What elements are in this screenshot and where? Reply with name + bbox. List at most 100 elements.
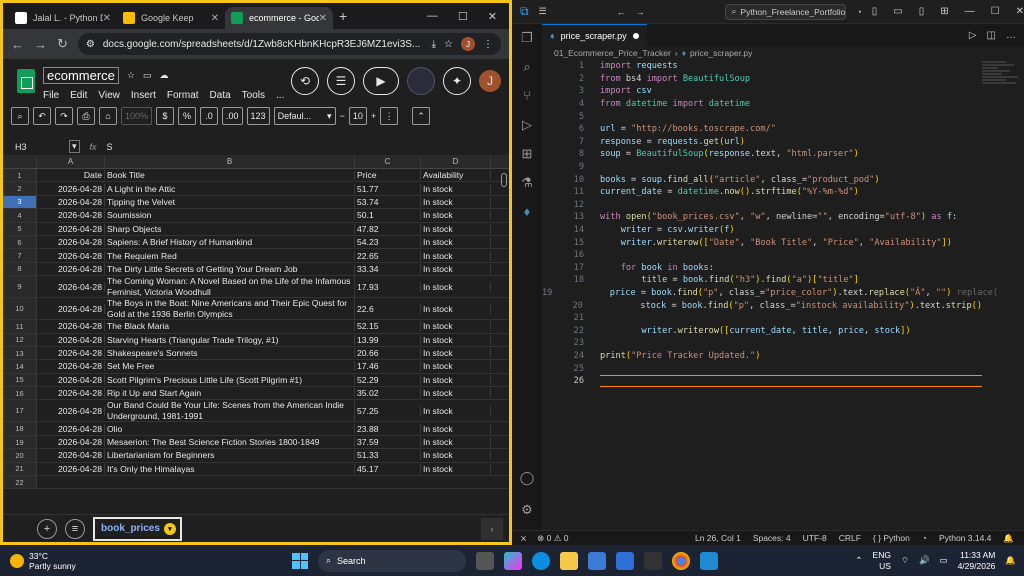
more-actions-icon[interactable]: … [1006,30,1016,41]
chevron-up-icon[interactable]: ⌃ [855,555,862,566]
cell-price[interactable]: 22.6 [355,303,421,314]
cell-availability[interactable]: Availability [421,170,491,181]
code-line[interactable]: 6 url = "http://books.toscrape.com/" [542,123,982,136]
menu-data[interactable]: Data [210,90,231,101]
menu-more[interactable]: ... [276,90,284,101]
task-view-icon[interactable] [476,551,494,570]
weather-widget[interactable]: 33°C Partly sunny [0,551,76,571]
cell-title[interactable]: Sharp Objects [105,223,355,234]
cell-date[interactable]: 2026-04-28 [37,250,105,261]
cell-title[interactable]: It's Only the Himalayas [105,463,355,474]
font-size-input[interactable]: 10 [348,107,367,125]
cell-price[interactable]: 20.66 [355,348,421,359]
table-row[interactable]: 18 2026-04-28 Olio 23.88 In stock [3,422,509,436]
font-select[interactable]: Defaul... ▾ [273,107,336,125]
cell-availability[interactable]: In stock [421,196,491,207]
copilot-status-icon[interactable]: ◔ [922,533,927,544]
row-header[interactable]: 1 [3,169,37,182]
cell-title[interactable]: Tipping the Velvet [105,196,355,207]
cell-price[interactable]: 35.02 [355,388,421,399]
menu-icon[interactable]: ☰ [539,6,547,17]
table-row[interactable]: 8 2026-04-28 The Dirty Little Secrets of G… [3,262,509,277]
cell-date[interactable]: 2026-04-28 [37,334,105,345]
cell-title[interactable]: Mesaerion: The Best Science Fiction Stor… [105,437,355,448]
chrome-icon[interactable] [672,551,690,570]
row-header[interactable]: 14 [3,360,37,373]
settings-gear-icon[interactable]: ⚙ [519,502,535,518]
copilot-icon[interactable]: ◔ [856,7,861,17]
code-line[interactable]: 17 for book in books: [542,262,982,275]
cell-availability[interactable]: In stock [421,223,491,234]
close-window-icon[interactable]: ✕ [488,10,497,23]
spreadsheet-grid[interactable]: A B C D 1 Date Book Title Price Availability… [3,155,509,490]
cell-availability[interactable]: In stock [421,437,491,448]
redo-icon[interactable]: ↷ [55,107,73,125]
remote-icon[interactable]: ⨯ [520,533,527,544]
cell-date[interactable]: 2026-04-28 [37,348,105,359]
column-header-d[interactable]: D [421,155,491,168]
python-interpreter[interactable]: Python 3.14.4 [939,533,991,544]
row-header[interactable]: 10 [3,298,37,320]
toggle-secondary-sidebar-icon[interactable]: ▯ [919,6,925,17]
code-line[interactable]: 14 writer = csv.writer(f) [542,224,982,237]
explorer-icon[interactable]: ❐ [519,30,535,46]
move-folder-icon[interactable]: ▭ [143,70,152,81]
sheet-tab-book-prices[interactable]: book_prices ▾ [93,516,182,541]
cell-date[interactable]: 2026-04-28 [37,450,105,461]
cell-title[interactable]: Soumission [105,210,355,221]
kebab-menu-icon[interactable]: ⋮ [483,39,493,50]
cell-title[interactable]: Our Band Could Be Your Life: Scenes from… [105,399,355,422]
close-icon[interactable]: ✕ [103,13,111,24]
python-icon[interactable]: ♦ [519,204,535,220]
name-box-dropdown-icon[interactable]: ▾ [69,140,80,153]
row-header[interactable]: 18 [3,422,37,435]
cell-availability[interactable]: In stock [421,450,491,461]
tab-keep[interactable]: Google Keep ✕ [117,7,225,29]
zoom-select[interactable]: 100% [121,107,153,125]
tab-sheets[interactable]: ecommerce - Goo ✕ [225,7,333,29]
cell-price[interactable]: 22.65 [355,250,421,261]
column-header-b[interactable]: B [105,155,355,168]
table-row[interactable]: 13 2026-04-28 Shakespeare's Sonnets 20.66 In… [3,346,509,361]
site-info-icon[interactable]: ⚙ [86,39,95,50]
cell-availability[interactable]: In stock [421,361,491,372]
cell-date[interactable]: 2026-04-28 [37,437,105,448]
cell-availability[interactable]: In stock [421,210,491,221]
cell-availability[interactable]: In stock [421,423,491,434]
comments-icon[interactable]: ☰ [327,67,355,95]
cell-price[interactable]: 57.25 [355,405,421,416]
formula-input[interactable]: S [107,142,113,152]
maximize-icon[interactable]: ☐ [458,10,468,23]
forward-icon[interactable]: → [34,37,47,52]
cell-price[interactable]: 13.99 [355,334,421,345]
cell-availability[interactable]: In stock [421,321,491,332]
cell-title[interactable]: Set Me Free [105,361,355,372]
cell-price[interactable]: Price [355,170,421,181]
code-line[interactable]: 10 books = soup.find_all("article", class… [542,173,982,186]
dropbox-icon[interactable] [616,551,634,570]
tab-upwork[interactable]: Jalal L. - Python D ✕ [9,7,117,29]
taskbar-search[interactable]: ⌕ Search [318,549,466,572]
table-row[interactable]: 15 2026-04-28 Scott Pilgrim's Precious Lit… [3,373,509,388]
cell-availability[interactable]: In stock [421,237,491,248]
code-line[interactable]: 19 price = book.find("p", class_="price_… [542,287,998,300]
cell-price[interactable]: 33.34 [355,263,421,274]
account-avatar[interactable]: J [479,70,501,92]
menu-edit[interactable]: Edit [70,90,87,101]
font-size-increase[interactable]: + [371,111,376,121]
toggle-sidebar-icon[interactable]: ▯ [872,6,878,17]
cell-date[interactable]: 2026-04-28 [37,361,105,372]
layout-icon[interactable]: ⊞ [940,6,948,17]
cell-availability[interactable]: In stock [421,463,491,474]
table-row[interactable]: 19 2026-04-28 Mesaerion: The Best Science … [3,435,509,450]
download-icon[interactable]: ⤓ [432,39,436,50]
close-window-icon[interactable]: ✕ [1016,6,1024,17]
row-header[interactable]: 2 [3,182,37,195]
cell-availability[interactable]: In stock [421,334,491,345]
table-row[interactable]: 2 2026-04-28 A Light in the Attic 51.77 In s… [3,182,509,196]
column-header-c[interactable]: C [355,155,421,168]
currency-format-button[interactable]: $ [156,107,175,125]
copilot-app-icon[interactable] [504,551,522,570]
cell-date[interactable]: 2026-04-28 [37,223,105,234]
code-line[interactable]: 1 import requests [542,60,982,73]
